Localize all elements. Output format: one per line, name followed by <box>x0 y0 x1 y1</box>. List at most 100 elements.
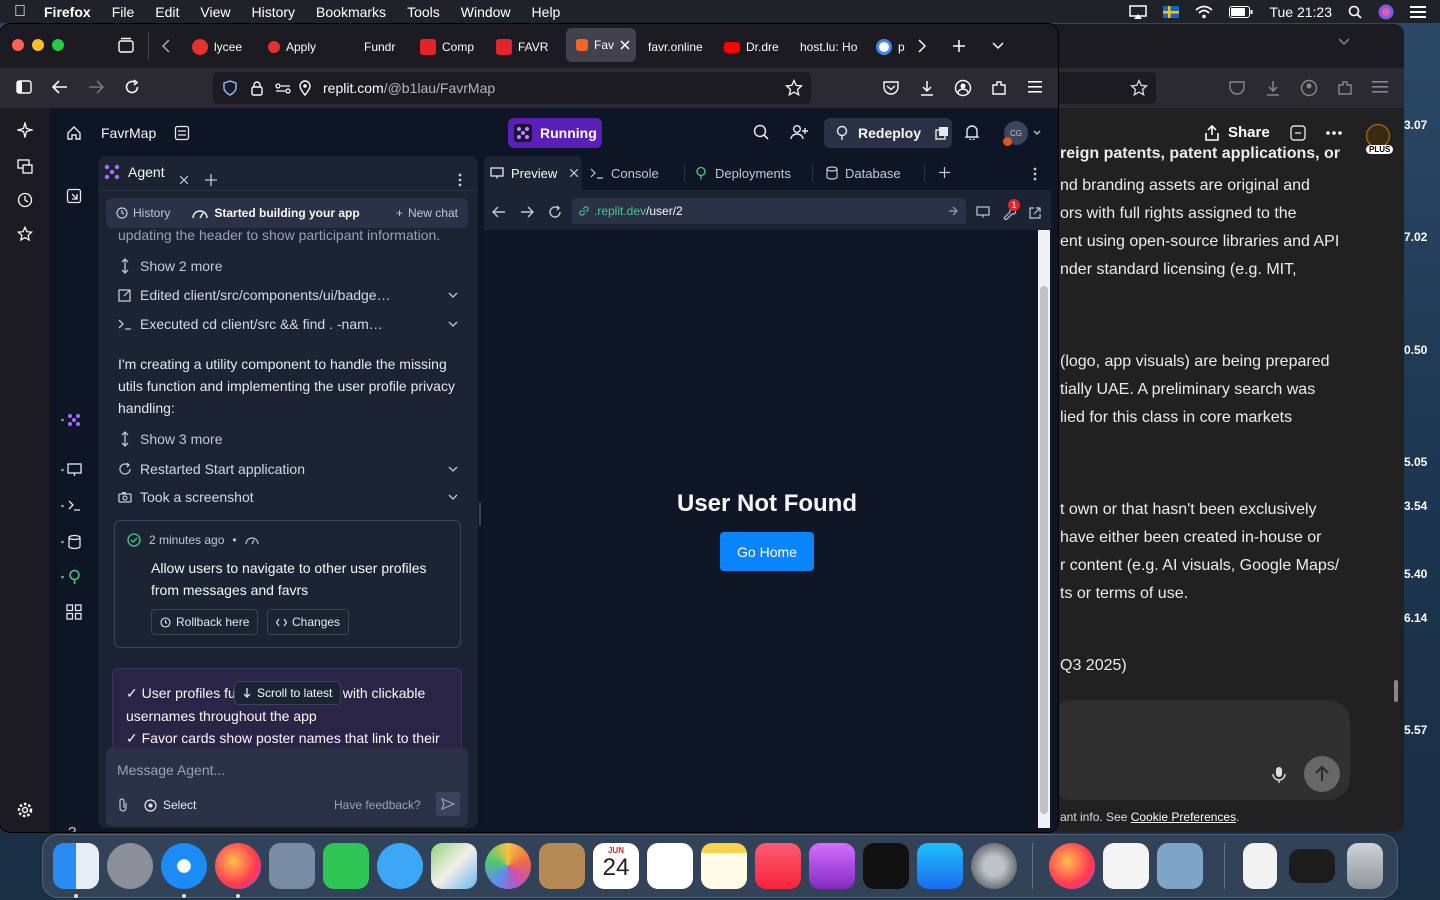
podcasts-icon[interactable] <box>809 843 855 889</box>
browser-tab[interactable]: Fundr <box>344 32 404 62</box>
tab-database[interactable]: Database <box>826 157 901 189</box>
synced-tabs-icon[interactable] <box>17 158 33 174</box>
changes-button[interactable]: Changes <box>267 609 350 635</box>
calendar-icon[interactable]: JUN 24 <box>593 843 639 889</box>
menu-history[interactable]: History <box>251 4 295 20</box>
app-store-icon[interactable] <box>917 843 963 889</box>
webview-forward-icon[interactable] <box>520 206 534 218</box>
back-icon[interactable] <box>52 80 68 94</box>
file-tree-toggle-icon[interactable] <box>66 188 82 204</box>
project-name[interactable]: FavrMap <box>101 125 156 141</box>
pane-menu-icon[interactable] <box>458 173 462 187</box>
action-restarted-workflow[interactable]: Restarted Start application <box>118 458 458 480</box>
list-all-tabs-icon[interactable] <box>992 42 1004 50</box>
safari-icon[interactable] <box>161 843 207 889</box>
close-tab-icon[interactable] <box>570 169 579 177</box>
menu-view[interactable]: View <box>200 4 230 20</box>
extensions-icon[interactable] <box>1336 79 1354 97</box>
show-more-button[interactable]: Show 2 more <box>120 255 222 277</box>
reminders-icon[interactable] <box>647 843 693 889</box>
new-tab-icon[interactable] <box>952 39 966 53</box>
pocket-icon[interactable] <box>1228 79 1246 97</box>
rollback-button[interactable]: Rollback here <box>151 609 259 635</box>
sidebar-toggle-icon[interactable] <box>16 80 32 94</box>
share-button[interactable]: Share <box>1204 124 1270 141</box>
close-tab-icon[interactable] <box>180 176 188 184</box>
menu-bookmarks[interactable]: Bookmarks <box>316 4 386 20</box>
action-edited-file[interactable]: Edited client/src/components/ui/badge… <box>118 284 458 306</box>
settings-gear-icon[interactable] <box>17 802 33 818</box>
close-window-button[interactable] <box>12 39 24 51</box>
messages-icon[interactable] <box>377 843 423 889</box>
pane-resize-handle[interactable] <box>479 502 481 526</box>
open-url-arrow-icon[interactable] <box>948 206 958 216</box>
deployments-tool-icon[interactable] <box>61 569 83 585</box>
firefox-icon[interactable] <box>1049 843 1095 889</box>
notes-icon[interactable] <box>701 843 747 889</box>
menu-window[interactable]: Window <box>461 4 511 20</box>
send-message-button[interactable] <box>436 792 460 816</box>
finder-icon[interactable] <box>53 843 99 889</box>
agent-tool-icon[interactable] <box>61 412 83 428</box>
browser-tab[interactable]: favr.online <box>648 32 706 62</box>
app-menu-icon[interactable] <box>1028 81 1042 93</box>
tab-agent[interactable]: Agent <box>104 164 165 180</box>
bookmarks-star-icon[interactable] <box>17 226 33 242</box>
webview-reload-icon[interactable] <box>548 205 562 219</box>
webview-url-bar[interactable]: .replit.dev/user/2 <box>572 198 966 224</box>
invite-user-icon[interactable] <box>790 124 808 140</box>
tab-overview-icon[interactable] <box>118 37 134 53</box>
maps-icon[interactable] <box>431 843 477 889</box>
tracking-shield-icon[interactable] <box>223 80 237 96</box>
select-element-button[interactable]: Select <box>144 798 196 812</box>
all-tools-grid-icon[interactable] <box>66 604 82 620</box>
send-button[interactable] <box>1304 756 1340 792</box>
tab-deployments[interactable]: Deployments <box>694 157 791 189</box>
cookie-preferences-link[interactable]: Cookie Preferences <box>1131 810 1236 824</box>
scroll-tabs-right-icon[interactable] <box>918 39 926 53</box>
bookmark-star-icon[interactable] <box>1130 79 1148 97</box>
contacts-icon[interactable] <box>539 843 585 889</box>
screenshot-thumbnail-icon[interactable] <box>1289 849 1335 883</box>
menu-tools[interactable]: Tools <box>407 4 440 20</box>
battery-icon[interactable] <box>1229 5 1253 18</box>
close-tab-icon[interactable] <box>620 40 630 50</box>
control-center-icon[interactable] <box>1410 5 1426 19</box>
tab-console[interactable]: Console <box>590 157 659 189</box>
edit-icon[interactable] <box>1290 125 1306 141</box>
wifi-icon[interactable] <box>1195 5 1214 19</box>
scrollbar-thumb[interactable] <box>1040 286 1048 814</box>
browser-tab[interactable]: Comp <box>420 32 480 62</box>
preview-tool-icon[interactable] <box>61 462 83 478</box>
forward-icon[interactable] <box>88 80 104 94</box>
more-options-icon[interactable] <box>1326 131 1342 135</box>
copy-icon[interactable] <box>935 126 949 140</box>
browser-tab-active[interactable]: Fav <box>566 28 636 62</box>
zoom-window-button[interactable] <box>52 39 64 51</box>
minimize-window-button[interactable] <box>32 39 44 51</box>
home-icon[interactable] <box>66 125 82 141</box>
launchpad-icon[interactable] <box>107 843 153 889</box>
console-tool-icon[interactable] <box>61 498 83 514</box>
menu-app-name[interactable]: Firefox <box>44 4 91 20</box>
scrollbar-thumb[interactable] <box>1394 680 1398 702</box>
add-tab-icon[interactable] <box>205 174 217 186</box>
project-files-icon[interactable] <box>174 125 190 141</box>
database-tool-icon[interactable] <box>61 534 83 550</box>
microphone-icon[interactable] <box>1272 766 1286 784</box>
action-executed-command[interactable]: Executed cd client/src && find . -nam… <box>118 313 458 335</box>
download-icon[interactable] <box>1264 79 1282 97</box>
system-settings-icon[interactable] <box>971 843 1017 889</box>
extensions-icon[interactable] <box>990 79 1008 97</box>
menu-help[interactable]: Help <box>532 4 561 20</box>
history-clock-icon[interactable] <box>17 192 33 208</box>
menu-edit[interactable]: Edit <box>155 4 179 20</box>
account-icon[interactable] <box>954 79 972 97</box>
action-took-screenshot[interactable]: Took a screenshot <box>118 486 458 508</box>
music-icon[interactable] <box>755 843 801 889</box>
tab-preview[interactable]: Preview <box>484 156 582 190</box>
scroll-tabs-left-icon[interactable] <box>162 39 170 53</box>
firefox-icon[interactable] <box>215 843 261 889</box>
feedback-link[interactable]: Have feedback? <box>334 798 421 812</box>
open-new-window-icon[interactable] <box>1028 206 1042 220</box>
